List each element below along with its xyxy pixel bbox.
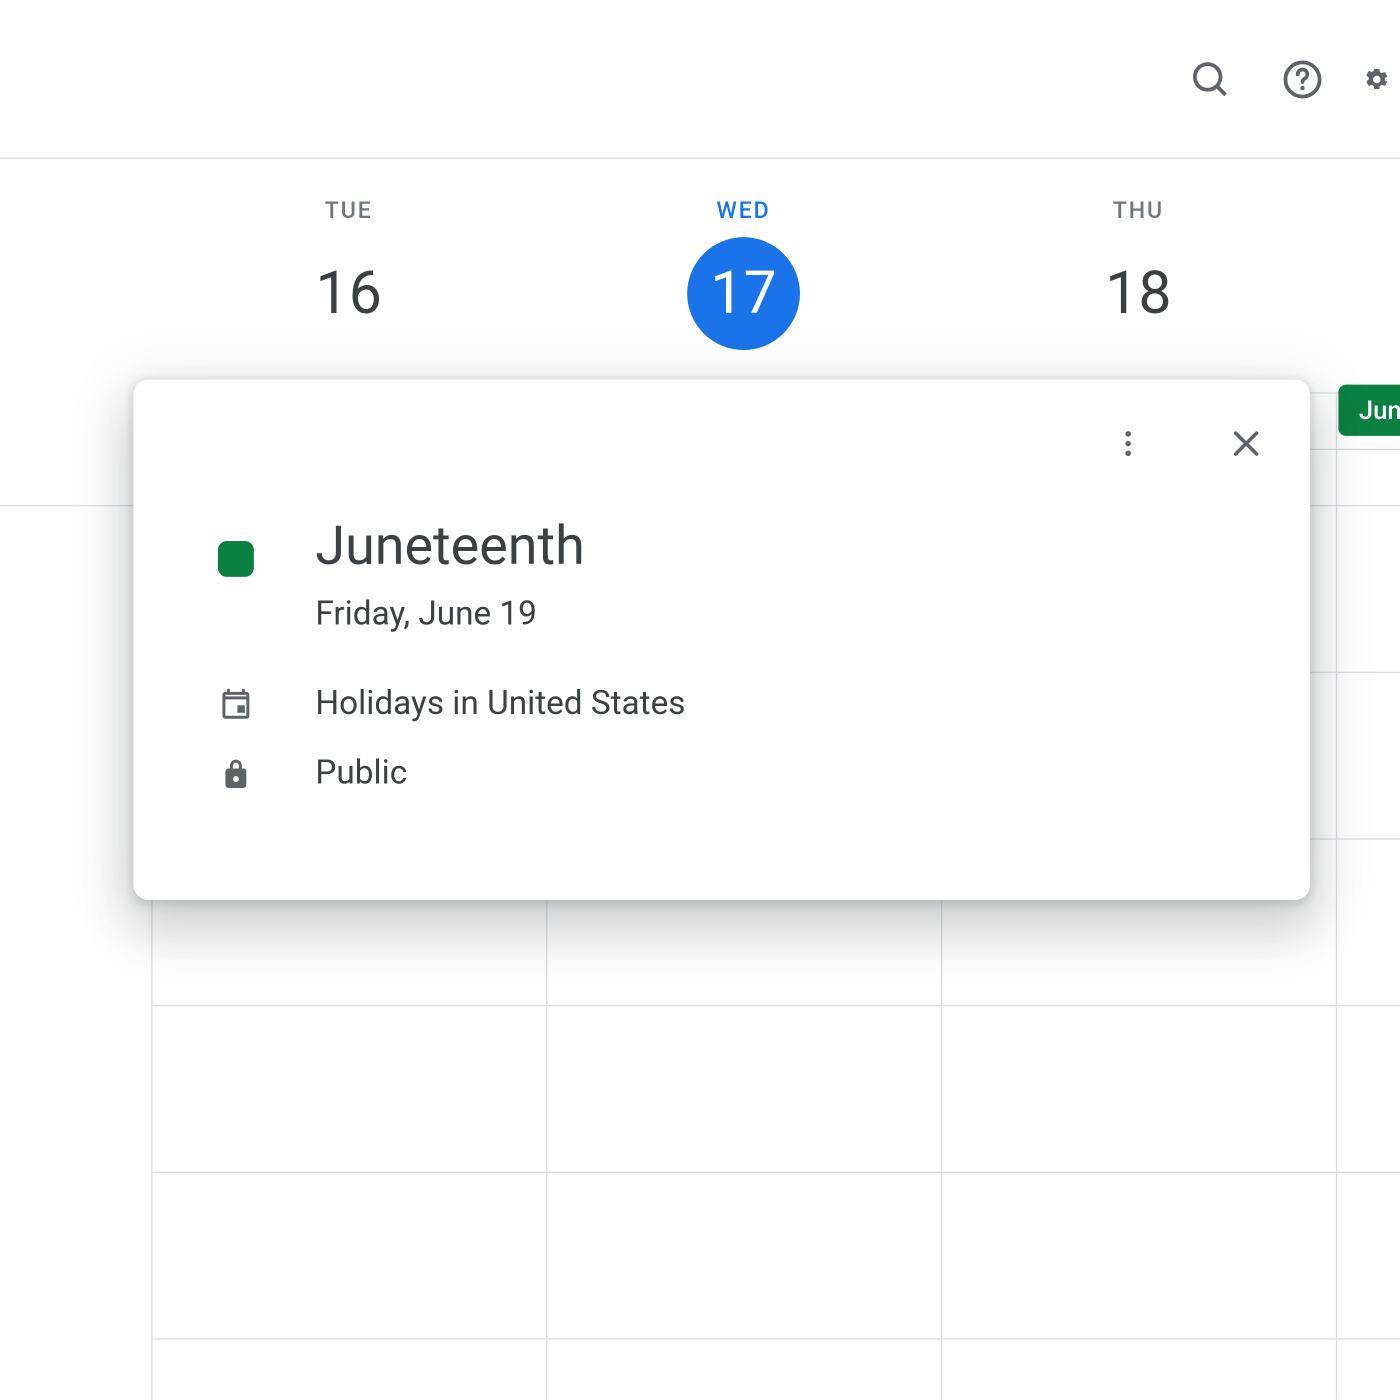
day-of-week: WED: [716, 197, 770, 224]
event-color-swatch: [218, 541, 254, 577]
date-number[interactable]: 18: [1082, 237, 1195, 350]
day-column-thu[interactable]: THU 18: [941, 197, 1336, 350]
help-button[interactable]: [1272, 48, 1334, 110]
day-column-tue[interactable]: TUE 16: [151, 197, 546, 350]
event-visibility: Public: [315, 754, 407, 792]
day-of-week: TUE: [325, 197, 373, 224]
day-of-week: THU: [1113, 197, 1164, 224]
gear-icon: [1364, 58, 1390, 99]
help-icon: [1282, 58, 1323, 99]
close-button[interactable]: [1218, 415, 1274, 471]
search-icon: [1190, 58, 1231, 99]
date-number-today[interactable]: 17: [687, 237, 800, 350]
event-calendar-name: Holidays in United States: [315, 685, 685, 723]
more-vert-icon: [1111, 427, 1144, 460]
search-button[interactable]: [1179, 48, 1241, 110]
event-title: Juneteenth: [315, 518, 584, 577]
event-date: Friday, June 19: [315, 595, 584, 633]
day-headers: TUE 16 WED 17 THU 18: [0, 197, 1400, 350]
lock-icon: [218, 755, 254, 791]
toolbar: [0, 0, 1400, 159]
event-chip-label: Jun: [1359, 395, 1400, 426]
event-chip-juneteenth[interactable]: Jun: [1338, 385, 1400, 436]
calendar-icon: [218, 686, 254, 722]
date-number[interactable]: 16: [292, 237, 405, 350]
close-icon: [1228, 426, 1264, 462]
event-popup: Juneteenth Friday, June 19 Holidays in U…: [133, 379, 1310, 899]
settings-button[interactable]: [1364, 48, 1390, 110]
more-options-button[interactable]: [1100, 415, 1156, 471]
day-column-wed[interactable]: WED 17: [546, 197, 941, 350]
